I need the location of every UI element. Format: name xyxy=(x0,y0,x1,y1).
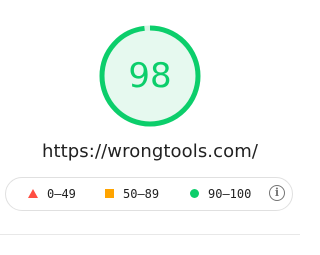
legend-item-fail: 0–49 xyxy=(28,178,76,210)
legend-label-pass: 90–100 xyxy=(208,187,252,201)
legend-label-average: 50–89 xyxy=(123,187,160,201)
divider xyxy=(0,234,300,235)
legend-item-average: 50–89 xyxy=(105,178,159,210)
audited-url: https://wrongtools.com/ xyxy=(41,141,259,162)
red-triangle-icon xyxy=(28,189,38,198)
score-value: 98 xyxy=(128,56,172,96)
lighthouse-score-panel: 98 https://wrongtools.com/ 0–49 50–89 90… xyxy=(0,0,300,255)
legend-label-fail: 0–49 xyxy=(47,187,76,201)
green-circle-icon xyxy=(190,189,199,198)
score-legend: 0–49 50–89 90–100 i xyxy=(5,177,293,211)
performance-gauge: 98 xyxy=(98,24,202,128)
info-icon[interactable]: i xyxy=(269,185,285,201)
legend-item-pass: 90–100 xyxy=(190,178,251,210)
orange-square-icon xyxy=(105,189,114,198)
